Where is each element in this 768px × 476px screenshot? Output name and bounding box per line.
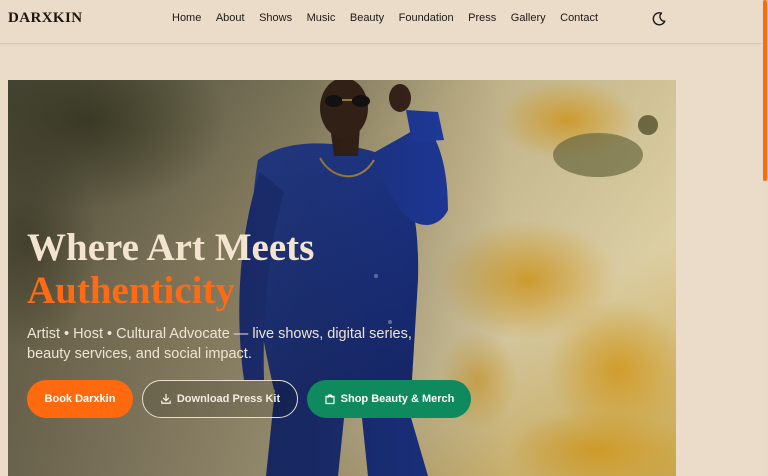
nav-music[interactable]: Music — [307, 12, 336, 24]
hero-section: Where Art Meets Authenticity Artist • Ho… — [8, 80, 676, 476]
moon-icon — [652, 12, 666, 26]
shopping-bag-icon — [325, 394, 335, 405]
nav-home[interactable]: Home — [172, 12, 201, 24]
hero-title-line1: Where Art Meets — [27, 226, 315, 269]
main-nav: Home About Shows Music Beauty Foundation… — [172, 12, 613, 24]
shop-button[interactable]: Shop Beauty & Merch — [307, 380, 471, 418]
brand-logo[interactable]: DARXKIN — [8, 10, 82, 27]
theme-toggle-button[interactable] — [651, 11, 667, 27]
hero-cta-row: Book Darxkin Download Press Kit Shop Bea… — [27, 380, 471, 418]
site-header: DARXKIN Home About Shows Music Beauty Fo… — [0, 0, 762, 44]
book-button[interactable]: Book Darxkin — [27, 380, 133, 418]
page-scrollbar[interactable] — [762, 0, 768, 476]
hero-title-accent: Authenticity — [27, 269, 235, 312]
book-button-label: Book Darxkin — [44, 393, 116, 405]
nav-about[interactable]: About — [216, 12, 245, 24]
download-press-kit-button[interactable]: Download Press Kit — [142, 380, 298, 418]
hero-subtitle: Artist • Host • Cultural Advocate — live… — [27, 326, 412, 362]
nav-foundation[interactable]: Foundation — [399, 12, 454, 24]
nav-press[interactable]: Press — [468, 12, 496, 24]
download-icon — [160, 393, 171, 404]
hero-title: Where Art Meets Authenticity — [27, 226, 314, 312]
nav-beauty[interactable]: Beauty — [350, 12, 384, 24]
download-press-kit-label: Download Press Kit — [176, 393, 281, 405]
shop-button-label: Shop Beauty & Merch — [340, 393, 455, 405]
nav-shows[interactable]: Shows — [259, 12, 292, 24]
nav-contact[interactable]: Contact — [560, 12, 598, 24]
scrollbar-thumb[interactable] — [763, 0, 767, 181]
nav-gallery[interactable]: Gallery — [511, 12, 546, 24]
